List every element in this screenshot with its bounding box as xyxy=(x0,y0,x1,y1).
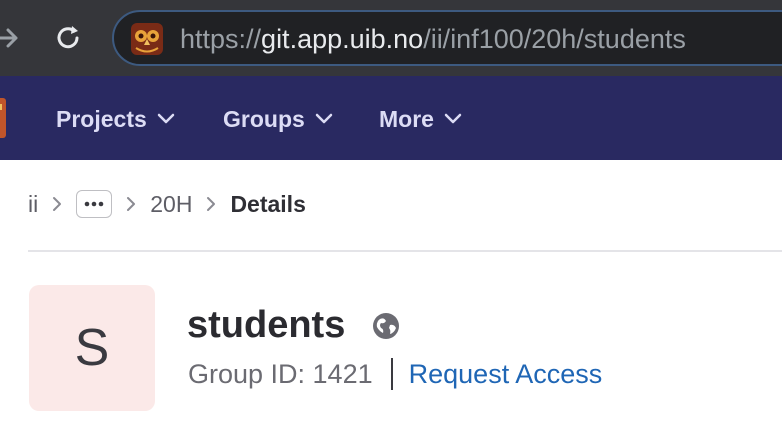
top-navigation: Projects Groups More xyxy=(0,76,782,160)
url-path: /ii/inf100/20h/students xyxy=(423,24,686,54)
logo-icon[interactable] xyxy=(0,98,6,138)
group-name: students xyxy=(187,304,346,346)
chevron-right-icon xyxy=(207,197,216,211)
globe-icon xyxy=(373,313,399,339)
ellipsis-icon xyxy=(84,201,104,207)
breadcrumb: ii 20H Details xyxy=(28,186,306,222)
chevron-down-icon xyxy=(444,113,462,124)
group-meta: Group ID: 1421 Request Access xyxy=(188,356,602,392)
nav-groups-label: Groups xyxy=(223,105,305,132)
address-bar[interactable]: https://git.app.uib.no/ii/inf100/20h/stu… xyxy=(112,10,782,66)
group-avatar: S xyxy=(29,285,155,411)
site-owl-icon xyxy=(131,23,163,55)
breadcrumb-more-button[interactable] xyxy=(76,190,113,218)
nav-more-label: More xyxy=(379,105,434,132)
url-host: git.app.uib.no xyxy=(261,24,424,54)
nav-projects-label: Projects xyxy=(56,105,147,132)
chevron-down-icon xyxy=(157,113,175,124)
breadcrumb-root[interactable]: ii xyxy=(28,191,38,218)
nav-groups[interactable]: Groups xyxy=(223,102,333,136)
breadcrumb-current: Details xyxy=(230,190,306,217)
meta-separator xyxy=(390,358,393,390)
url-text: https://git.app.uib.no/ii/inf100/20h/stu… xyxy=(180,22,686,56)
chevron-right-icon xyxy=(53,197,62,211)
browser-toolbar: https://git.app.uib.no/ii/inf100/20h/stu… xyxy=(0,0,782,76)
header-divider xyxy=(28,250,782,252)
breadcrumb-20h[interactable]: 20H xyxy=(150,191,192,218)
nav-more[interactable]: More xyxy=(379,102,462,136)
reload-icon[interactable] xyxy=(52,22,84,54)
chevron-down-icon xyxy=(315,113,333,124)
url-scheme: https:// xyxy=(180,24,262,54)
back-arrow-icon[interactable] xyxy=(0,22,18,54)
nav-projects[interactable]: Projects xyxy=(56,102,175,136)
group-id: Group ID: 1421 xyxy=(188,358,373,389)
request-access-link[interactable]: Request Access xyxy=(409,359,603,390)
avatar-letter: S xyxy=(74,319,110,377)
chevron-right-icon xyxy=(127,197,136,211)
